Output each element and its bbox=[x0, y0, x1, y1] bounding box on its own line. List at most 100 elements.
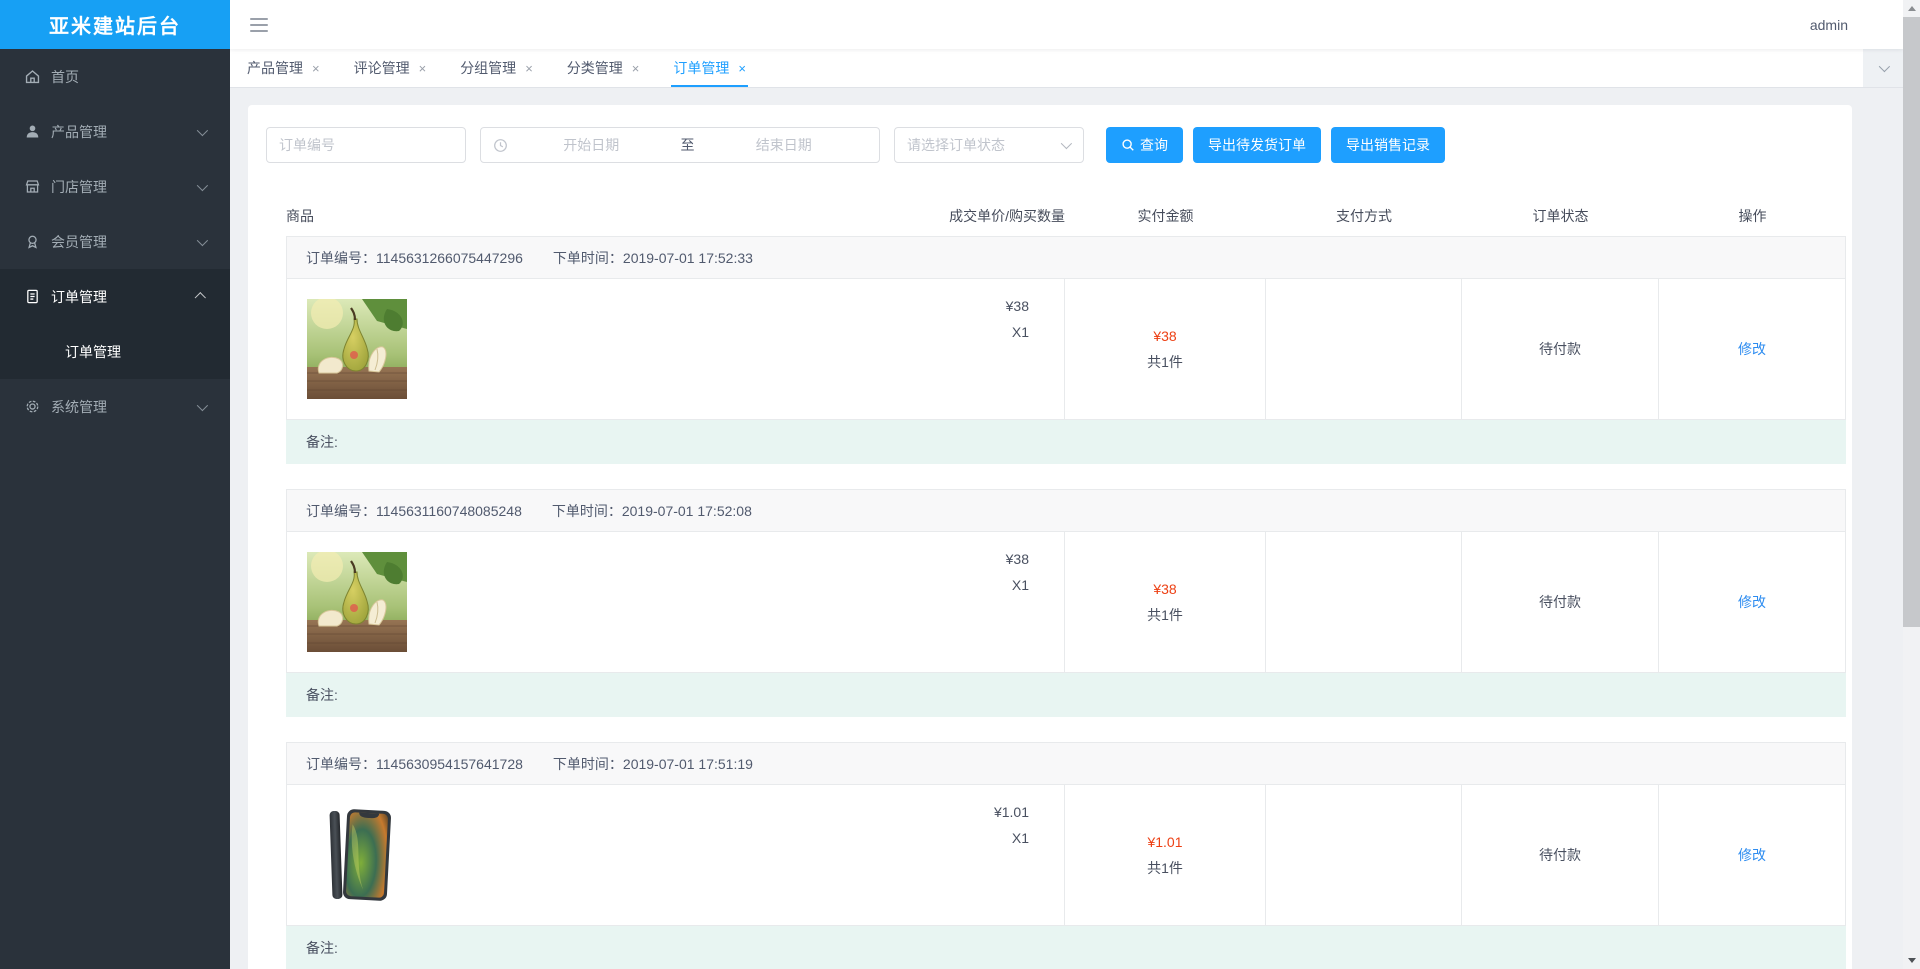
product-cell: ¥1.01 X1 bbox=[287, 785, 1064, 925]
sidebar-subitem-order-management[interactable]: 订单管理 bbox=[0, 324, 230, 379]
paid-amount: ¥38 bbox=[1153, 328, 1177, 344]
tab-list-dropdown-button[interactable] bbox=[1863, 49, 1903, 87]
tab-bar: 产品管理 × 评论管理 × 分组管理 × 分类管理 × 订单管理 × bbox=[230, 49, 1903, 88]
sidebar-nav: 首页 产品管理 门店管理 会员管理 订单管理 订单管理 系统管理 bbox=[0, 49, 230, 969]
scrollbar-down-arrow[interactable] bbox=[1903, 952, 1920, 969]
chevron-down-icon bbox=[1060, 137, 1073, 150]
scrollbar-up-arrow[interactable] bbox=[1903, 0, 1920, 17]
order-status-cell: 待付款 bbox=[1461, 785, 1658, 925]
paid-amount-cell: ¥38 共1件 bbox=[1064, 279, 1265, 419]
window-scrollbar[interactable] bbox=[1903, 0, 1920, 969]
order-header: 订单编号：1145631160748085248 下单时间：2019-07-01… bbox=[286, 489, 1846, 532]
order-card: 开始日期 至 结束日期 请选择订单状态 查询 导出待发货订单 导出销售记录 bbox=[248, 105, 1852, 969]
date-range-picker[interactable]: 开始日期 至 结束日期 bbox=[480, 127, 880, 163]
paid-amount: ¥1.01 bbox=[1147, 834, 1183, 850]
order-status-select[interactable]: 请选择订单状态 bbox=[894, 127, 1084, 163]
sidebar-item-label: 门店管理 bbox=[51, 178, 107, 195]
col-header-actions: 操作 bbox=[1738, 208, 1767, 224]
main-area: admin 产品管理 × 评论管理 × 分组管理 × 分类管理 × 订单管理 × bbox=[230, 0, 1903, 969]
col-header-product: 商品 bbox=[286, 208, 314, 224]
export-pending-orders-button[interactable]: 导出待发货订单 bbox=[1193, 127, 1321, 163]
order-no: 订单编号：1145631160748085248 bbox=[306, 502, 522, 519]
close-icon[interactable]: × bbox=[738, 62, 746, 75]
search-icon bbox=[1122, 139, 1134, 151]
sidebar-item-system[interactable]: 系统管理 bbox=[0, 379, 230, 434]
tab-order-management[interactable]: 订单管理 × bbox=[671, 49, 748, 87]
modify-link[interactable]: 修改 bbox=[1738, 589, 1766, 615]
tab-group-management[interactable]: 分组管理 × bbox=[458, 49, 535, 87]
sidebar-item-members[interactable]: 会员管理 bbox=[0, 214, 230, 269]
date-start-placeholder: 开始日期 bbox=[563, 137, 620, 153]
unit-price-and-qty: ¥38 X1 bbox=[1006, 532, 1064, 672]
tab-category-management[interactable]: 分类管理 × bbox=[565, 49, 642, 87]
close-icon[interactable]: × bbox=[312, 62, 320, 75]
sidebar-item-orders[interactable]: 订单管理 bbox=[0, 269, 230, 324]
order-status-cell: 待付款 bbox=[1461, 279, 1658, 419]
sidebar: 亚米建站后台 首页 产品管理 门店管理 会员管理 订单管理 订单管理 系统管理 bbox=[0, 0, 230, 969]
order-note-row: 备注: bbox=[286, 673, 1846, 717]
col-header-pay-method: 支付方式 bbox=[1336, 208, 1392, 224]
unit-price-and-qty: ¥1.01 X1 bbox=[994, 785, 1064, 925]
paid-amount-cell: ¥1.01 共1件 bbox=[1064, 785, 1265, 925]
chevron-down-icon bbox=[196, 234, 209, 246]
order-note-row: 备注: bbox=[286, 926, 1846, 969]
modify-link[interactable]: 修改 bbox=[1738, 842, 1766, 868]
current-user[interactable]: admin bbox=[1810, 17, 1848, 33]
date-end-placeholder: 结束日期 bbox=[755, 137, 812, 153]
unit-price: ¥38 bbox=[1005, 298, 1029, 314]
status-badge: 待付款 bbox=[1539, 847, 1581, 863]
pieces-count: 共1件 bbox=[1147, 860, 1183, 876]
sidebar-item-products[interactable]: 产品管理 bbox=[0, 104, 230, 159]
actions-cell: 修改 bbox=[1658, 279, 1845, 419]
sidebar-item-label: 产品管理 bbox=[51, 123, 107, 140]
chevron-down-icon bbox=[196, 124, 209, 136]
close-icon[interactable]: × bbox=[419, 62, 427, 75]
search-button[interactable]: 查询 bbox=[1106, 127, 1183, 163]
sidebar-subitem-label: 订单管理 bbox=[65, 343, 121, 360]
member-icon bbox=[24, 233, 41, 250]
table-header-row: 商品 成交单价/购买数量 实付金额 支付方式 订单状态 操作 bbox=[286, 196, 1846, 236]
pear-product-photo bbox=[307, 552, 407, 652]
status-badge: 待付款 bbox=[1539, 341, 1581, 357]
tab-product-management[interactable]: 产品管理 × bbox=[245, 49, 322, 87]
sidebar-item-home[interactable]: 首页 bbox=[0, 49, 230, 104]
clock-icon bbox=[493, 138, 508, 153]
pieces-count: 共1件 bbox=[1147, 607, 1183, 623]
page-content: 开始日期 至 结束日期 请选择订单状态 查询 导出待发货订单 导出销售记录 bbox=[230, 88, 1903, 969]
chevron-down-icon bbox=[1878, 60, 1891, 73]
order-time: 下单时间：2019-07-01 17:52:33 bbox=[552, 249, 753, 266]
pay-method-cell bbox=[1265, 785, 1461, 925]
product-cell: ¥38 X1 bbox=[287, 279, 1064, 419]
order-status-cell: 待付款 bbox=[1461, 532, 1658, 672]
quantity: X1 bbox=[1011, 324, 1029, 340]
sidebar-item-stores[interactable]: 门店管理 bbox=[0, 159, 230, 214]
unit-price: ¥38 bbox=[1005, 551, 1029, 567]
close-icon[interactable]: × bbox=[632, 62, 640, 75]
app-window: 亚米建站后台 首页 产品管理 门店管理 会员管理 订单管理 订单管理 系统管理 … bbox=[0, 0, 1920, 969]
close-icon[interactable]: × bbox=[525, 62, 533, 75]
sidebar-toggle-icon[interactable] bbox=[250, 17, 268, 32]
paid-amount: ¥38 bbox=[1153, 581, 1177, 597]
order-header: 订单编号：1145631266075447296 下单时间：2019-07-01… bbox=[286, 236, 1846, 279]
order-header: 订单编号：1145630954157641728 下单时间：2019-07-01… bbox=[286, 742, 1846, 785]
order-no-input[interactable] bbox=[266, 127, 466, 163]
table-row: ¥38 X1 ¥38 共1件 待付款 修改 bbox=[286, 532, 1846, 673]
pieces-count: 共1件 bbox=[1147, 354, 1183, 370]
order-icon bbox=[24, 288, 41, 305]
filter-toolbar: 开始日期 至 结束日期 请选择订单状态 查询 导出待发货订单 导出销售记录 bbox=[266, 127, 1852, 163]
home-icon bbox=[24, 68, 41, 85]
col-header-price-qty: 成交单价/购买数量 bbox=[949, 208, 1065, 224]
date-separator: 至 bbox=[680, 137, 695, 153]
user-icon bbox=[24, 123, 41, 140]
col-header-order-status: 订单状态 bbox=[1532, 208, 1589, 224]
order-no: 订单编号：1145631266075447296 bbox=[306, 249, 523, 266]
orders-table: 商品 成交单价/购买数量 实付金额 支付方式 订单状态 操作 订单编号：1145… bbox=[286, 196, 1846, 969]
status-badge: 待付款 bbox=[1539, 594, 1581, 610]
pay-method-cell bbox=[1265, 532, 1461, 672]
sidebar-item-label: 首页 bbox=[51, 68, 79, 85]
scrollbar-thumb[interactable] bbox=[1903, 17, 1920, 627]
tab-comment-management[interactable]: 评论管理 × bbox=[352, 49, 429, 87]
export-sales-records-button[interactable]: 导出销售记录 bbox=[1331, 127, 1445, 163]
paid-amount-cell: ¥38 共1件 bbox=[1064, 532, 1265, 672]
modify-link[interactable]: 修改 bbox=[1738, 336, 1766, 362]
